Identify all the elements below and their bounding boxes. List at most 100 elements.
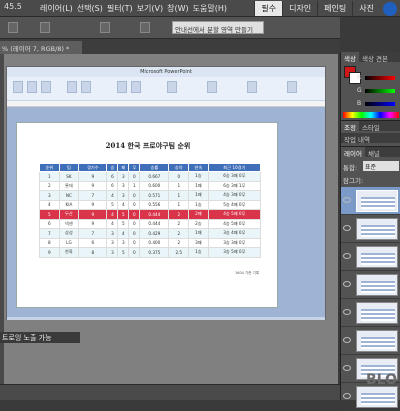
eye-icon[interactable] (343, 197, 351, 203)
table-cell: 7 (78, 228, 108, 239)
table-row: 1 SK 9 6 3 0 0.667 0 1승 6승 3패 0무 (39, 171, 262, 182)
table-cell: 4 (117, 228, 130, 239)
color-ramp[interactable] (343, 112, 399, 118)
table-cell: 6 (106, 180, 119, 191)
menu-layer[interactable]: 레이어(L) (40, 3, 73, 14)
table-row: 7 삼성 7 3 4 0 0.429 2 1패 3승 4패 0무 (39, 228, 262, 239)
workspace-switcher: 필수 디자인 페인팅 사진 (254, 1, 400, 16)
options-bar: 안내선에서 분할 영역 만들기 (0, 17, 340, 39)
table-cell: 2승 (188, 218, 209, 229)
tab-history[interactable]: 작업 내역 (341, 133, 373, 144)
table-row: 5 두산 9 4 5 0 0.444 2 2패 4승 5패 0무 (39, 209, 262, 220)
layer-row[interactable] (341, 327, 400, 355)
layer-row[interactable] (341, 271, 400, 299)
menu-select[interactable]: 선택(S) (77, 3, 103, 14)
table-cell: 3 (106, 237, 119, 248)
table-cell: 0.400 (139, 237, 170, 248)
slide-footnote: 1604 기준 기록 (234, 271, 259, 275)
table-row: 3 NC 7 4 3 0 0.571 1 1패 4승 3패 0무 (39, 190, 262, 201)
zoom-level[interactable]: 45.5 (4, 2, 22, 11)
workspace-design[interactable]: 디자인 (282, 1, 317, 16)
color-panel: 색상 색상 견본 R G B (340, 52, 400, 120)
workspace-essentials[interactable]: 필수 (254, 1, 283, 16)
table-header-cell: 승 (106, 163, 119, 172)
layer-row[interactable] (341, 187, 400, 215)
table-cell: 0.556 (139, 199, 170, 210)
blue-label: B (357, 100, 362, 107)
workspace-photo[interactable]: 사진 (352, 1, 380, 16)
tab-color[interactable]: 색상 (341, 52, 359, 63)
table-cell: KIA (58, 199, 80, 210)
table-cell: 0 (128, 237, 141, 248)
menu-bar: 45.5 레이어(L) 선택(S) 필터(T) 보기(V) 창(W) 도움말(H… (0, 0, 400, 17)
table-cell: 2 (168, 209, 190, 220)
workspace-painting[interactable]: 페인팅 (317, 1, 352, 16)
blend-mode-dropdown[interactable]: 표준 (363, 161, 399, 171)
table-cell: 3 (117, 237, 130, 248)
table-cell: 4 (106, 190, 119, 201)
table-cell: 1승 (188, 199, 209, 210)
table-cell: 1 (128, 180, 141, 191)
eye-icon[interactable] (343, 365, 351, 371)
table-cell: 0.429 (139, 228, 170, 239)
main-menu: 레이어(L) 선택(S) 필터(T) 보기(V) 창(W) 도움말(H) (40, 3, 227, 14)
slices-from-guides-button[interactable]: 안내선에서 분할 영역 만들기 (172, 21, 264, 34)
eye-icon[interactable] (343, 225, 351, 231)
adjustments-panel: 조정 스타일 작업 내역 (340, 120, 400, 146)
width-field[interactable] (100, 22, 110, 33)
cs-live-icon[interactable] (383, 1, 397, 16)
style-dropdown[interactable] (40, 22, 50, 33)
green-slider[interactable] (365, 89, 395, 93)
tab-swatches[interactable]: 색상 견본 (359, 52, 391, 63)
ppt-window-title: Microsoft PowerPoint (7, 67, 325, 77)
table-cell: 삼성 (58, 228, 80, 239)
table-cell: 0.375 (139, 247, 170, 258)
table-cell: 0 (128, 218, 141, 229)
eye-icon[interactable] (343, 393, 351, 399)
table-cell: 1승 (188, 171, 209, 182)
menu-window[interactable]: 창(W) (167, 3, 189, 14)
table-cell: 4 (106, 218, 119, 229)
menu-view[interactable]: 보기(V) (137, 3, 163, 14)
table-cell: 8 (78, 247, 108, 258)
watermark: BLO (366, 372, 397, 388)
tooltip-hint: 트로잉 노출 가능 (0, 332, 80, 343)
layer-thumbnail (356, 218, 398, 240)
table-cell: 0 (128, 199, 141, 210)
table-cell: 3패 (188, 237, 209, 248)
blue-slider[interactable] (365, 102, 395, 106)
table-cell: 1 (168, 199, 190, 210)
ppt-status-bar (7, 317, 325, 320)
tab-channels[interactable]: 채널 (365, 147, 383, 158)
layer-row[interactable] (341, 215, 400, 243)
document-tab[interactable]: % (레이어 7, RGB/8) * (0, 41, 82, 54)
eye-icon[interactable] (343, 309, 351, 315)
menu-help[interactable]: 도움말(H) (193, 3, 227, 14)
tab-styles[interactable]: 스타일 (359, 121, 383, 132)
table-cell: 3 (106, 247, 119, 258)
layers-panel: 레이어 채널 통합: 표준 잠그기: (340, 146, 400, 411)
table-header-cell: 승차 (168, 163, 190, 172)
table-cell: 5승 4패 0무 (207, 199, 262, 210)
layer-row[interactable] (341, 243, 400, 271)
slice-tool-icon[interactable] (8, 22, 18, 33)
table-cell: 6승 3패 1무 (207, 180, 262, 191)
red-slider[interactable] (365, 76, 395, 80)
table-cell: 1 (168, 180, 190, 191)
table-cell: 0.571 (139, 190, 170, 201)
height-field[interactable] (140, 22, 150, 33)
tab-layers[interactable]: 레이어 (341, 147, 365, 158)
layer-thumbnail (356, 330, 398, 352)
eye-icon[interactable] (343, 253, 351, 259)
layer-thumbnail (356, 302, 398, 324)
eye-icon[interactable] (343, 281, 351, 287)
table-cell: 2 (39, 180, 60, 191)
table-cell: 7 (39, 228, 60, 239)
eye-icon[interactable] (343, 337, 351, 343)
menu-filter[interactable]: 필터(T) (107, 3, 133, 14)
tab-adjustments[interactable]: 조정 (341, 121, 359, 132)
table-cell: 3 (117, 171, 130, 182)
table-cell: 6 (39, 218, 60, 229)
layer-row[interactable] (341, 299, 400, 327)
powerpoint-screenshot-layer: Microsoft PowerPoint 2014 한국 프로야구팀 순위 순위… (6, 66, 326, 320)
